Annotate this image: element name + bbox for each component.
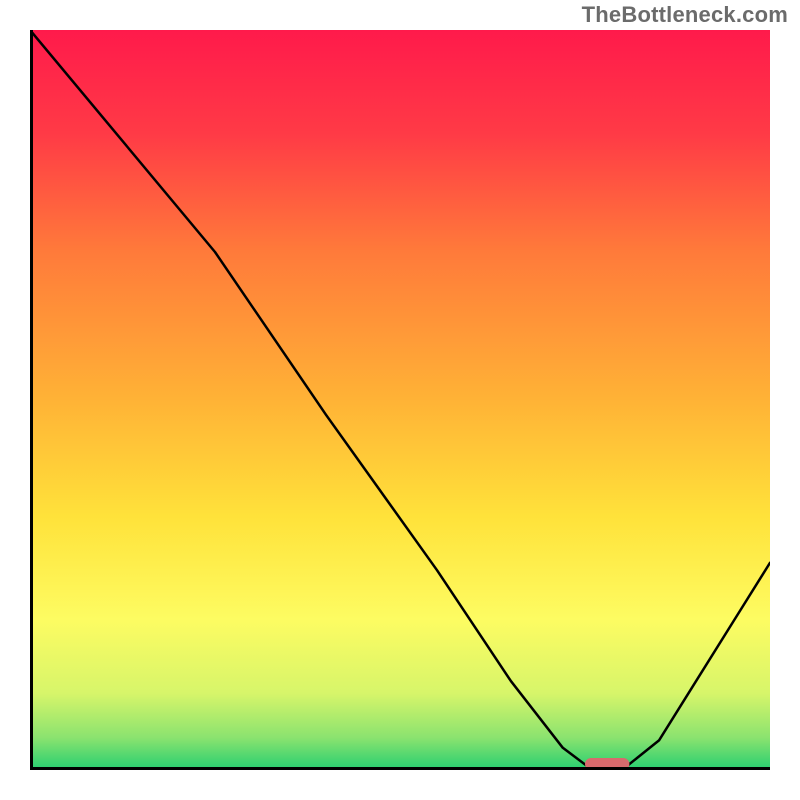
- gradient-rect: [33, 30, 770, 767]
- watermark-text: TheBottleneck.com: [582, 2, 788, 28]
- plot-area: [30, 30, 770, 770]
- chart-svg: [30, 30, 770, 770]
- chart-container: TheBottleneck.com: [0, 0, 800, 800]
